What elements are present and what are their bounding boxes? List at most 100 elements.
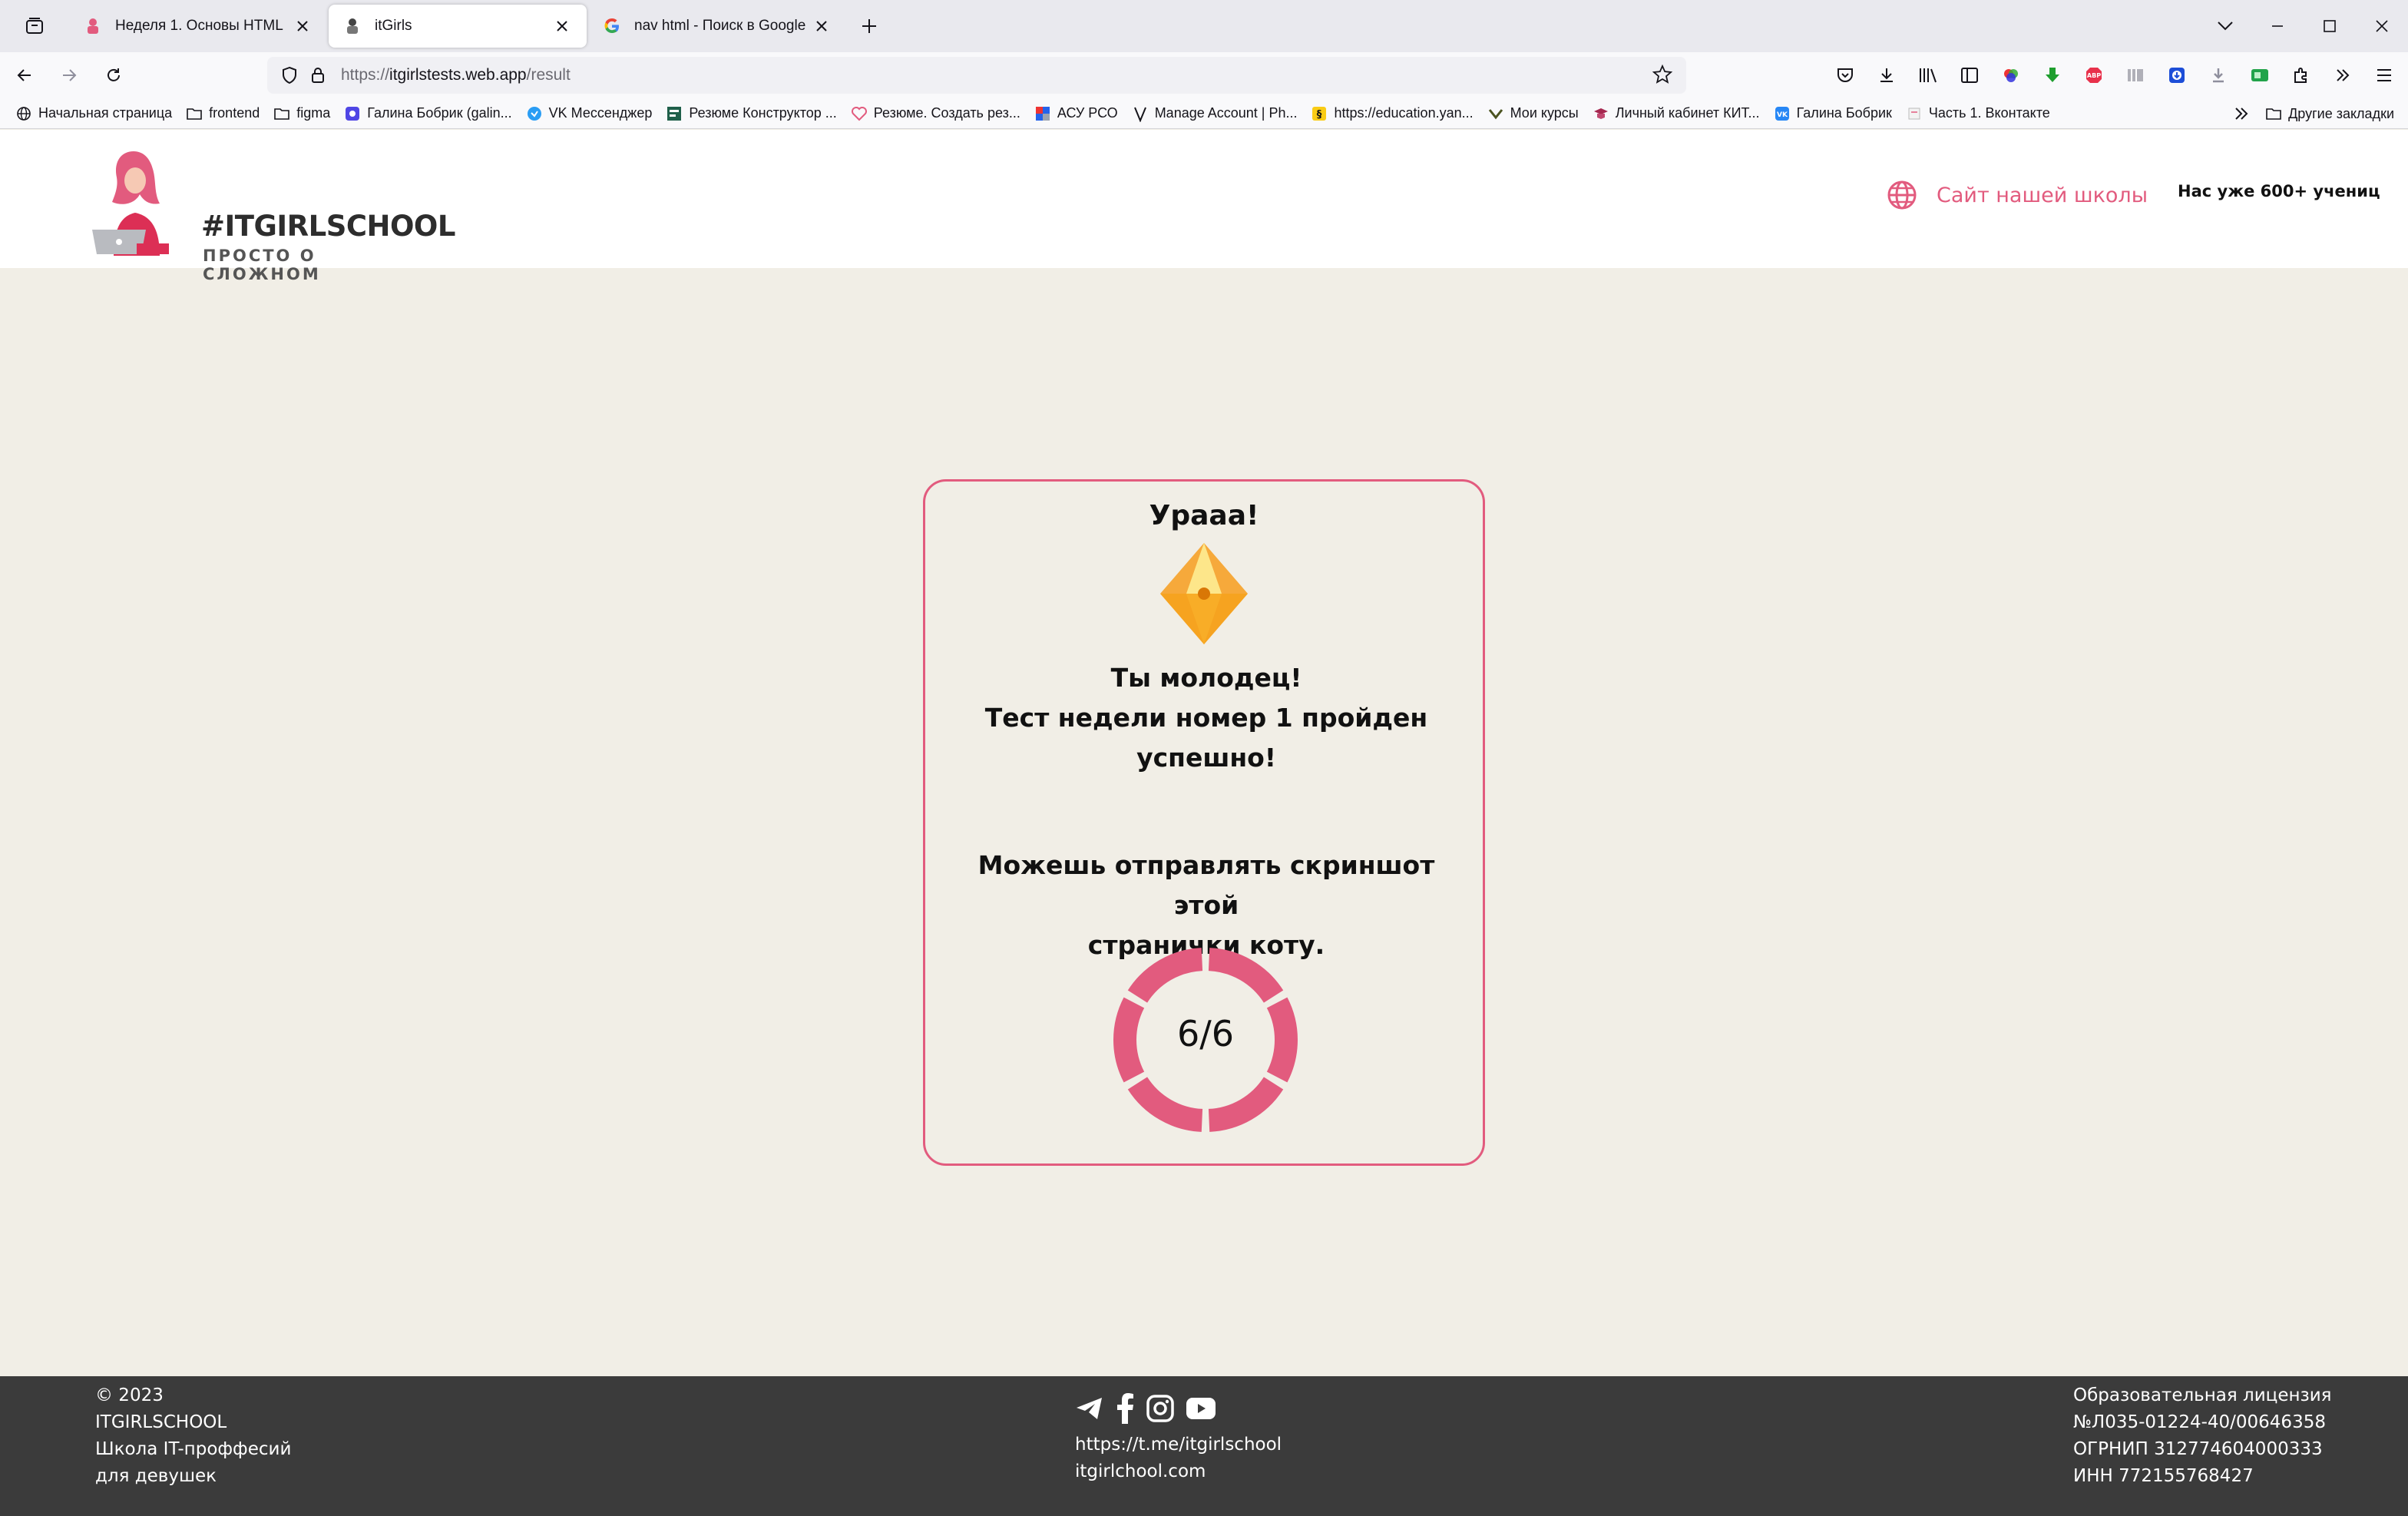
folder-icon (2266, 108, 2281, 120)
telegram-icon[interactable] (1075, 1395, 1104, 1422)
tab-itgirls[interactable]: itGirls (329, 5, 587, 48)
minimize-button[interactable] (2251, 0, 2304, 52)
message-line: успешно! (1136, 743, 1276, 773)
footer-desc: для девушек (95, 1466, 217, 1486)
maximize-button[interactable] (2304, 0, 2356, 52)
sidebar-button[interactable] (1949, 58, 1990, 92)
download-manager-button[interactable] (2198, 58, 2239, 92)
site-footer: © 2023 ITGIRLSCHOOL Школа IT-проффесий д… (0, 1376, 2408, 1516)
extension-colors-button[interactable] (1990, 58, 2032, 92)
bookmark-item[interactable]: § https://education.yan... (1311, 105, 1474, 122)
pocket-button[interactable] (1824, 58, 1866, 92)
downloads-button[interactable] (1866, 58, 1907, 92)
result-heading: Урааа! (1149, 500, 1259, 531)
url-text[interactable]: https://itgirlstests.web.app/result (341, 66, 571, 84)
bookmark-item[interactable]: Мои курсы (1487, 105, 1579, 122)
bookmarks-toolbar: Начальная страница frontend figma Галина… (0, 98, 2408, 129)
youtube-icon[interactable] (1186, 1397, 1216, 1420)
instagram-icon[interactable] (1146, 1394, 1175, 1423)
bookmark-item[interactable]: Личный кабинет КИТ... (1593, 105, 1760, 122)
bookmark-folder[interactable]: figma (273, 105, 330, 122)
puzzle-icon (2294, 68, 2307, 83)
window-controls (2199, 0, 2408, 52)
bookmark-item[interactable]: Начальная страница (15, 105, 172, 122)
tab-week1-html[interactable]: Неделя 1. Основы HTML (69, 5, 327, 48)
plus-icon (862, 19, 876, 33)
chevron-down-icon (2218, 22, 2233, 31)
bookmark-item[interactable]: АСУ РСО (1034, 105, 1118, 122)
arrow-right-icon (63, 69, 77, 81)
extension-download-button[interactable] (2032, 58, 2073, 92)
reader-extension-button[interactable] (2115, 58, 2156, 92)
bookmark-item[interactable]: Резюме. Создать рез... (851, 105, 1020, 122)
logo-girl-laptop-icon (92, 151, 169, 256)
other-bookmarks-folder[interactable]: Другие закладки (2265, 105, 2394, 122)
save-extension-button[interactable] (2156, 58, 2198, 92)
telegram-link[interactable]: https://t.me/itgirlschool (1075, 1432, 1282, 1458)
resume-icon (667, 106, 682, 121)
new-tab-button[interactable] (848, 5, 891, 48)
arrow-left-icon (17, 69, 31, 81)
footer-desc: Школа IT-проффесий (95, 1439, 292, 1459)
close-tab-icon[interactable] (551, 15, 573, 37)
bookmark-item[interactable]: Manage Account | Ph... (1132, 105, 1297, 122)
page-icon (1908, 108, 1920, 119)
school-site-link[interactable]: Сайт нашей школы (1886, 179, 2148, 211)
download-icon (1880, 68, 1893, 82)
green-extension-button[interactable] (2239, 58, 2281, 92)
extensions-button[interactable] (2281, 58, 2322, 92)
close-tab-icon[interactable] (292, 15, 313, 37)
bookmarks-right: Другие закладки (2233, 98, 2394, 129)
score-segment (1127, 1076, 1203, 1132)
close-window-button[interactable] (2356, 0, 2408, 52)
reload-button[interactable] (94, 55, 134, 95)
library-button[interactable] (1907, 58, 1949, 92)
v-icon (1133, 107, 1146, 122)
tab-title: nav html - Поиск в Google (634, 18, 806, 34)
tab-google-search[interactable]: nav html - Поиск в Google (588, 5, 846, 48)
itgirls-favicon (347, 18, 358, 34)
double-chevron-icon (2337, 69, 2350, 81)
shield-icon[interactable] (281, 66, 298, 84)
score-text: 6/6 (1176, 1013, 1235, 1054)
folder-icon (274, 108, 290, 120)
gray-download-icon (2213, 68, 2224, 83)
inn: ИНН 772155768427 (2073, 1466, 2254, 1486)
close-tab-icon[interactable] (811, 15, 832, 37)
adblock-button[interactable]: ABP (2073, 58, 2115, 92)
social-links (1075, 1390, 1282, 1427)
footer-brand: ITGIRLSCHOOL (95, 1412, 227, 1432)
bookmarks-overflow-icon[interactable] (2233, 105, 2250, 122)
bookmark-item[interactable]: Галина Бобрик (galin... (344, 105, 512, 122)
facebook-icon[interactable] (1115, 1393, 1135, 1424)
lock-icon[interactable] (310, 67, 326, 84)
tab-bar: Неделя 1. Основы HTML itGirls nav html -… (0, 0, 2408, 52)
bookmark-item[interactable]: VK Галина Бобрик (1774, 105, 1892, 122)
website-link[interactable]: itgirlchool.com (1075, 1458, 1282, 1485)
barcode-icon (2128, 69, 2143, 81)
bookmark-folder[interactable]: frontend (186, 105, 260, 122)
license-number: №Л035-01224-40/00646358 (2073, 1412, 2326, 1432)
ogrnip: ОГРНИП 312774604000333 (2073, 1439, 2323, 1459)
back-button[interactable] (5, 55, 45, 95)
app-menu-button[interactable] (2363, 58, 2405, 92)
footer-about: © 2023 ITGIRLSCHOOL Школа IT-проффесий д… (95, 1382, 291, 1490)
sidebar-icon (1961, 68, 1978, 83)
google-icon (604, 18, 619, 33)
score-segment (1127, 948, 1203, 1004)
license-title: Образовательная лицензия (2073, 1385, 2332, 1405)
bookmark-item[interactable]: Часть 1. Вконтакте (1906, 105, 2050, 122)
list-all-tabs-button[interactable] (2199, 0, 2251, 52)
school-site-label: Сайт нашей школы (1937, 183, 2148, 207)
overflow-menu-button[interactable] (2322, 58, 2363, 92)
itgirlschool-logo[interactable]: #ITGIRLSCHOOL ПРОСТО О СЛОЖНОМ (89, 148, 455, 283)
address-bar[interactable]: https://itgirlstests.web.app/result (267, 57, 1686, 94)
footer-copyright: © 2023 (95, 1385, 164, 1405)
bookmark-item[interactable]: Резюме Конструктор ... (666, 105, 837, 122)
heart-icon (851, 106, 867, 121)
tab-overview-button[interactable] (0, 0, 69, 52)
bookmark-item[interactable]: VK Мессенджер (526, 105, 652, 122)
forward-button[interactable] (49, 55, 89, 95)
bookmark-star-icon[interactable] (1652, 64, 1673, 88)
success-message: Ты молодец! Тест недели номер 1 пройден … (956, 658, 1457, 778)
